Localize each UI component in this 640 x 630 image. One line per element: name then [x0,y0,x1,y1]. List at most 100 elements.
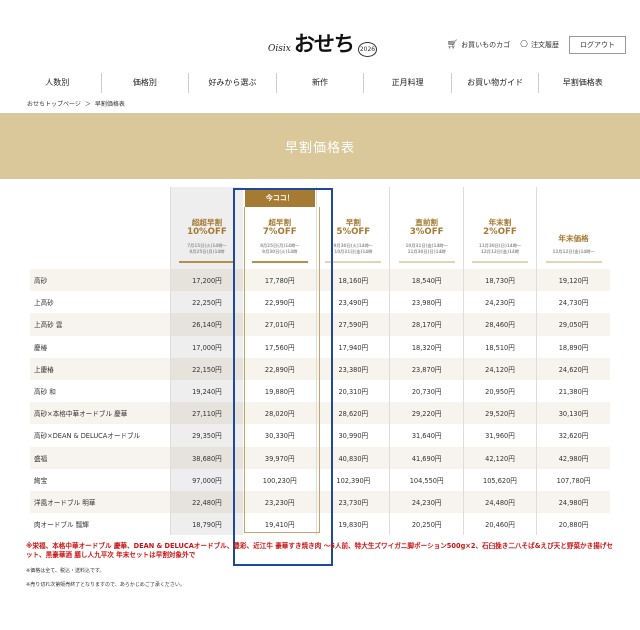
table-row: 洋風オードブル 明華 22,480円 23,230円 23,730円 24,23… [30,490,610,514]
price-cell: 28,460円 [462,313,537,336]
price-cell: 17,940円 [316,335,390,358]
breadcrumb-home-link[interactable]: おせちトップページ [27,99,81,108]
price-cell: 104,550円 [389,468,464,491]
price-cell: 20,310円 [316,379,390,403]
breadcrumb-current: 早割価格表 [94,101,125,108]
column-header-year-end-price: 年末価格 12月12日(金)14時〜 [536,187,610,269]
page-banner: 早割価格表 [0,113,640,179]
nav-item-early-price-table[interactable]: 早割価格表 [539,73,626,93]
global-nav: 人数別 価格別 好みから選ぶ 新作 正月料理 お買い物ガイド 早割価格表 [14,73,626,93]
price-cell: 18,730円 [462,269,537,292]
price-cell: 20,880円 [536,513,610,536]
nav-item-new-year-dishes[interactable]: 正月料理 [364,73,452,93]
price-cell: 97,000円 [169,468,244,491]
table-row: 肉オードブル 瓢輝 18,790円 19,410円 19,830円 20,250… [30,513,610,536]
price-cell: 39,970円 [243,446,317,469]
price-cell: 23,380円 [316,357,390,380]
row-product-name[interactable]: 高砂×本格中華オードブル 慶華 [30,402,170,425]
cart-link[interactable]: 🛒︎ お買いものカゴ [447,40,510,50]
column-underline [325,261,382,263]
price-cell: 42,980円 [536,446,610,469]
price-cell: 19,240円 [169,379,244,403]
price-cell: 17,000円 [169,335,244,358]
price-cell: 28,620円 [316,402,390,425]
price-cell: 27,110円 [169,402,244,425]
price-cell: 17,780円 [243,269,317,292]
nav-item-by-price[interactable]: 価格別 [102,73,190,93]
cart-icon: 🛒︎ [446,40,459,50]
price-cell: 17,560円 [264,343,295,352]
table-row: 上慶椿 22,150円 22,890円 23,380円 23,870円 24,1… [30,357,610,380]
nav-item-by-people[interactable]: 人数別 [14,73,102,93]
column-date-end: 11月30日(日)14時 [407,248,446,254]
exclusion-note: ※栄福、本格中華オードブル 慶華、DEAN & DELUCAオードブル、豊彩、近… [26,542,614,560]
row-product-name[interactable]: 洋風オードブル 明華 [30,490,170,514]
price-cell: 20,950円 [462,379,537,403]
column-header-last-minute: 直前割 3%OFF 10月31日(金)14時〜 11月30日(日)14時 [389,187,464,269]
column-dates: 12月12日(金)14時〜 [537,249,610,255]
column-header-early: 早割 5%OFF 9月30日(火)14時〜 10月31日(金)14時 [316,187,390,269]
price-cell: 22,480円 [169,490,244,514]
price-cell: 19,120円 [536,269,610,292]
price-cell: 29,050円 [536,313,610,336]
row-product-name[interactable]: 高砂 和 [30,380,170,402]
row-product-name[interactable]: 肉オードブル 瓢輝 [30,513,170,535]
price-cell: 31,640円 [389,424,464,447]
site-header: Oisix おせち 2026 🛒︎ お買いものカゴ ⎔ 注文履歴 ログアウト [0,0,640,70]
nav-item-new[interactable]: 新作 [277,73,365,93]
price-cell: 40,830円 [316,446,390,469]
row-product-name[interactable]: 絢宝 [30,469,170,491]
column-discount: 7%OFF [262,226,297,237]
price-cell: 24,730円 [536,291,610,314]
row-product-name[interactable]: 高砂×DEAN & DELUCAオードブル [30,424,170,446]
price-cell: 19,830円 [316,513,390,536]
price-cell: 18,540円 [389,269,464,292]
price-cell: 42,120円 [462,446,537,469]
order-history-link[interactable]: ⎔ 注文履歴 [520,40,559,50]
price-cell: 102,390円 [316,468,390,491]
notes-section: ※栄福、本格中華オードブル 慶華、DEAN & DELUCAオードブル、豊彩、近… [26,542,616,588]
price-cell: 18,510円 [462,335,537,358]
price-cell: 29,520円 [462,402,537,425]
price-cell: 31,960円 [462,424,537,447]
column-dates: 11月30日(日)14時〜 12月12日(金)14時 [464,243,536,255]
row-product-name[interactable]: 高砂 [30,269,170,292]
logout-button[interactable]: ログアウト [569,36,626,54]
price-cell: 20,250円 [389,513,464,536]
price-cell: 30,990円 [316,424,390,447]
nav-item-shopping-guide[interactable]: お買い物ガイド [452,73,540,93]
column-discount: 3%OFF [409,226,444,237]
row-product-name[interactable]: 慶椿 [30,336,170,358]
column-discount: 2%OFF [483,226,517,237]
price-cell: 24,230円 [462,291,537,314]
price-cell: 22,890円 [243,357,317,380]
logo-osechi-text: おせち [293,31,355,56]
price-cell: 23,490円 [316,291,390,314]
price-cell: 20,460円 [462,513,537,536]
column-discount: 5%OFF [336,226,371,237]
site-logo[interactable]: Oisix おせち 2026 [268,28,378,58]
table-row: 高砂×本格中華オードブル 慶華 27,110円 28,020円 28,620円 … [30,402,610,425]
price-cell: 18,890円 [536,335,610,358]
column-underline [251,261,308,263]
table-row: 上高砂 雲 26,140円 27,010円 27,590円 28,170円 28… [30,313,610,336]
row-product-name[interactable]: 上高砂 [30,291,170,313]
row-product-name[interactable]: 上高砂 雲 [30,313,170,336]
price-cell: 32,620円 [536,424,610,447]
row-product-name[interactable]: 上慶椿 [30,357,170,380]
current-period-badge: 今ココ！ [244,189,315,208]
price-cell: 23,980円 [389,291,464,314]
tax-note: ※価格は全て、税込・送料込です。 [26,568,105,575]
price-cell: 18,160円 [316,269,390,292]
column-discount: 10%OFF [187,226,227,237]
column-underline [471,261,528,263]
nav-item-by-preference[interactable]: 好みから選ぶ [189,73,277,93]
price-table-wrap: 超超早割 10%OFF 7月15日(火)14時〜 8月25日(月)14時 今ココ… [30,187,610,536]
price-cell: 38,680円 [169,446,244,469]
price-cell: 22,250円 [169,291,244,314]
price-cell: 18,790円 [169,513,244,536]
price-cell: 19,410円 [264,521,295,530]
row-product-name[interactable]: 盛福 [30,446,170,469]
table-row: 高砂 17,200円 17,780円 18,160円 18,540円 18,73… [30,269,610,292]
price-table: 超超早割 10%OFF 7月15日(火)14時〜 8月25日(月)14時 今ココ… [30,187,610,536]
